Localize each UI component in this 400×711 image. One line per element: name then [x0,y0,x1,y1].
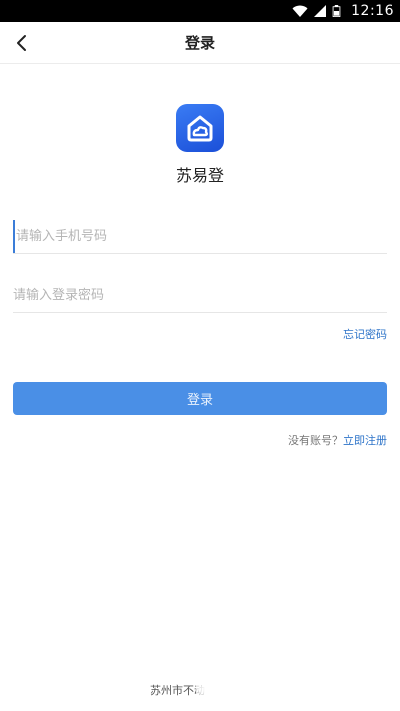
app-name: 苏易登 [175,166,224,185]
app-logo [176,104,224,152]
no-account-label: 没有账号？ [288,434,343,447]
signal-icon [314,5,327,17]
battery-icon [332,5,341,17]
chevron-left-icon [17,35,26,51]
password-input[interactable] [13,279,387,312]
password-field-row [13,279,387,313]
register-link[interactable]: 立即注册 [343,434,387,447]
status-bar: 12:16 [0,0,400,22]
wifi-icon [292,5,308,17]
register-prompt: 没有账号？立即注册 [288,432,387,448]
status-time: 12:16 [351,3,394,19]
phone-input[interactable] [13,220,387,253]
house-cloud-icon [187,115,213,142]
back-button[interactable] [6,27,38,59]
page-title: 登录 [184,34,215,52]
forgot-password-link[interactable]: 忘记密码 [343,326,387,342]
login-button[interactable]: 登录 [13,382,387,415]
phone-field-row [13,220,387,254]
nav-bar: 登录 [0,22,400,64]
footer-blur-overlay [196,680,242,698]
